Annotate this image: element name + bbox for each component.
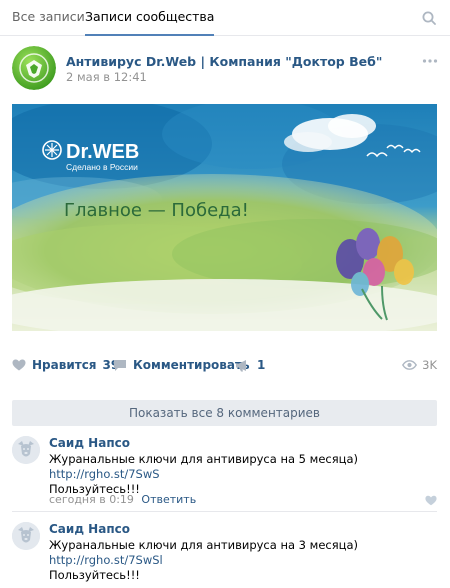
megaphone-icon bbox=[236, 359, 246, 371]
community-avatar[interactable] bbox=[12, 46, 56, 90]
commenter-avatar[interactable] bbox=[12, 522, 40, 550]
comment-text: Журанальные ключи для антивируса на 3 ме… bbox=[49, 538, 358, 583]
comment-item: Саид Напсо Журанальные ключи для антивир… bbox=[12, 434, 437, 512]
more-options-icon[interactable] bbox=[422, 58, 438, 64]
comment-icon bbox=[114, 359, 126, 371]
comment-like-heart-icon[interactable] bbox=[425, 495, 437, 506]
post-actions: Нравится 39 Комментировать 1 3K bbox=[12, 353, 437, 377]
post-author[interactable]: Антивирус Dr.Web | Компания "Доктор Веб" bbox=[66, 54, 382, 69]
wall-tabs: Все записи Записи сообщества bbox=[0, 0, 450, 36]
dog-avatar-icon bbox=[12, 436, 40, 464]
tab-all-posts[interactable]: Все записи bbox=[12, 0, 85, 36]
commenter-avatar[interactable] bbox=[12, 436, 40, 464]
search-icon[interactable] bbox=[422, 11, 436, 25]
heart-icon bbox=[12, 359, 26, 371]
share-button[interactable]: 1 bbox=[235, 353, 265, 377]
comment-button[interactable]: Комментировать bbox=[113, 353, 450, 377]
commenter-name[interactable]: Саид Напсо bbox=[49, 522, 130, 536]
post-date[interactable]: 2 мая в 12:41 bbox=[66, 70, 147, 84]
comment-time[interactable]: сегодня в 0:19 bbox=[49, 493, 134, 506]
comment-text-line: Журанальные ключи для антивируса на 5 ме… bbox=[49, 452, 359, 466]
views-counter: 3K bbox=[402, 353, 437, 377]
comment-text-line: Журанальные ключи для антивируса на 3 ме… bbox=[49, 538, 359, 552]
comment-text-tail: Пользуйтесь!!! bbox=[49, 568, 140, 582]
comment-text: Журанальные ключи для антивируса на 5 ме… bbox=[49, 452, 358, 497]
community-wall: Все записи Записи сообщества Антивирус D… bbox=[0, 0, 450, 588]
like-button[interactable]: Нравится 39 bbox=[12, 353, 119, 377]
comment-item: Саид Напсо Журанальные ключи для антивир… bbox=[12, 520, 437, 588]
reply-button[interactable]: Ответить bbox=[141, 493, 196, 506]
comment-meta: сегодня в 0:19 Ответить bbox=[49, 493, 196, 506]
comment-link[interactable]: http://rgho.st/7SwS bbox=[49, 467, 358, 482]
dog-avatar-icon bbox=[12, 522, 40, 550]
image-logo-subtitle: Сделано в России bbox=[66, 162, 138, 172]
views-count: 3K bbox=[422, 358, 437, 372]
comment-link[interactable]: http://rgho.st/7SwSl bbox=[49, 553, 358, 568]
like-label: Нравится bbox=[32, 358, 97, 372]
post-image[interactable]: Dr.WEB Сделано в России Главное — Победа… bbox=[12, 104, 437, 331]
share-count: 1 bbox=[257, 358, 266, 372]
comment-label: Комментировать bbox=[133, 358, 250, 372]
image-logo-text: Dr.WEB bbox=[66, 141, 139, 163]
eye-icon bbox=[402, 360, 418, 370]
tab-community-posts[interactable]: Записи сообщества bbox=[85, 0, 215, 36]
commenter-name[interactable]: Саид Напсо bbox=[49, 436, 130, 450]
show-all-comments-button[interactable]: Показать все 8 комментариев bbox=[12, 400, 437, 426]
image-headline: Главное — Победа! bbox=[64, 200, 249, 221]
